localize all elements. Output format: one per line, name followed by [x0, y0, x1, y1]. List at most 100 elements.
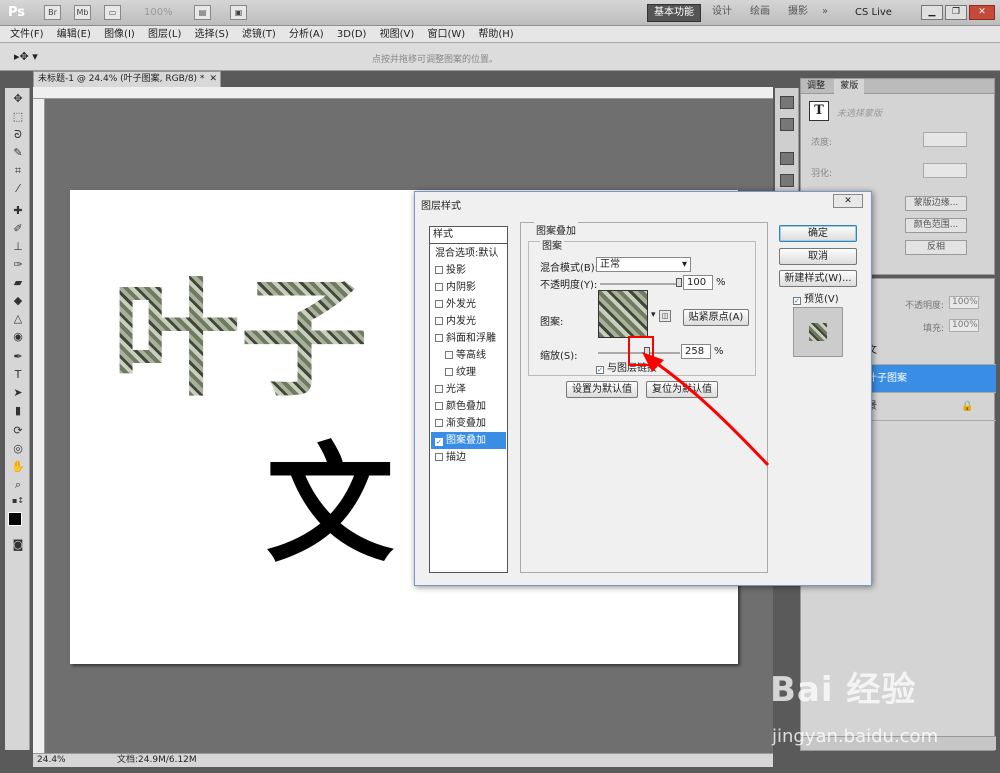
- pattern-dropdown-icon[interactable]: ▾: [651, 310, 656, 320]
- style-item[interactable]: 斜面和浮雕: [431, 330, 506, 347]
- style-item[interactable]: 混合选项:默认: [431, 245, 506, 262]
- new-style-button[interactable]: 新建样式(W)...: [779, 270, 857, 287]
- checkbox-icon[interactable]: [435, 317, 443, 325]
- paint-bucket-tool-icon[interactable]: ◆: [11, 294, 25, 308]
- style-item[interactable]: 内阴影: [431, 279, 506, 296]
- close-tab-icon[interactable]: ✕: [209, 72, 217, 87]
- menu-layer[interactable]: 图层(L): [138, 26, 181, 43]
- lasso-tool-icon[interactable]: ᘐ: [11, 128, 25, 142]
- layer-fill-field[interactable]: 100%: [949, 319, 979, 332]
- menu-edit[interactable]: 编辑(E): [47, 26, 91, 43]
- 3d-orbit-tool-icon[interactable]: ◎: [11, 442, 25, 456]
- workspace-photography[interactable]: 摄影: [782, 4, 814, 22]
- histogram-icon[interactable]: [780, 96, 794, 109]
- checkbox-icon[interactable]: [435, 300, 443, 308]
- menu-image[interactable]: 图像(I): [94, 26, 135, 43]
- cancel-button[interactable]: 取消: [779, 248, 857, 265]
- preview-checkbox[interactable]: ✓ 预览(V): [793, 290, 839, 305]
- default-colors-icon[interactable]: ▪↕: [11, 494, 25, 508]
- checkbox-icon[interactable]: [435, 266, 443, 274]
- styles-header[interactable]: 样式: [429, 226, 508, 244]
- style-item[interactable]: 渐变叠加: [431, 415, 506, 432]
- checkbox-icon[interactable]: [445, 368, 453, 376]
- menu-view[interactable]: 视图(V): [370, 26, 415, 43]
- style-item[interactable]: ✓ 图案叠加: [431, 432, 506, 449]
- quick-mask-icon[interactable]: ◙: [11, 538, 25, 552]
- dialog-close-icon[interactable]: ✕: [833, 194, 863, 208]
- minimize-icon[interactable]: ▁: [921, 5, 943, 20]
- checkbox-icon[interactable]: [435, 385, 443, 393]
- style-item[interactable]: 外发光: [431, 296, 506, 313]
- foreground-color-swatch[interactable]: [8, 512, 22, 526]
- style-item[interactable]: 纹理: [431, 364, 506, 381]
- color-range-button[interactable]: 颜色范围...: [905, 218, 967, 233]
- quick-select-tool-icon[interactable]: ✎: [11, 146, 25, 160]
- checkbox-icon[interactable]: [435, 402, 443, 410]
- checkbox-icon[interactable]: [435, 453, 443, 461]
- horizontal-ruler[interactable]: [33, 87, 773, 99]
- arrange-documents-icon[interactable]: ▤: [194, 5, 211, 20]
- new-preset-icon[interactable]: ◫: [659, 310, 671, 322]
- snap-origin-button[interactable]: 贴紧原点(A): [683, 309, 749, 326]
- 3d-rotate-tool-icon[interactable]: ⟳: [11, 424, 25, 438]
- opacity-slider-track[interactable]: [600, 283, 682, 285]
- cs-live-button[interactable]: CS Live: [855, 7, 892, 18]
- menu-analysis[interactable]: 分析(A): [279, 26, 324, 43]
- actions-icon[interactable]: [780, 118, 794, 131]
- density-field[interactable]: [923, 132, 967, 147]
- checkbox-icon[interactable]: [435, 283, 443, 291]
- feather-field[interactable]: [923, 163, 967, 178]
- tab-masks[interactable]: 蒙版: [834, 79, 865, 94]
- bridge-icon[interactable]: Br: [44, 5, 61, 20]
- move-tool-preset-icon[interactable]: ▸✥ ▾: [14, 50, 38, 63]
- clone-source-icon[interactable]: [780, 174, 794, 187]
- marquee-tool-icon[interactable]: ⬚: [11, 110, 25, 124]
- restore-icon[interactable]: ❐: [945, 5, 967, 20]
- more-workspaces-icon[interactable]: »: [816, 4, 834, 22]
- healing-brush-tool-icon[interactable]: ✚: [11, 204, 25, 218]
- menu-select[interactable]: 选择(S): [185, 26, 229, 43]
- workspace-design[interactable]: 设计: [706, 4, 738, 22]
- vertical-ruler[interactable]: [33, 99, 45, 753]
- view-extras-icon[interactable]: ▭: [104, 5, 121, 20]
- menu-filter[interactable]: 滤镜(T): [232, 26, 276, 43]
- style-item[interactable]: 内发光: [431, 313, 506, 330]
- zoom-level[interactable]: 100%: [144, 7, 173, 18]
- history-brush-tool-icon[interactable]: ✑: [11, 258, 25, 272]
- menu-window[interactable]: 窗口(W): [417, 26, 465, 43]
- menu-help[interactable]: 帮助(H): [468, 26, 513, 43]
- dodge-tool-icon[interactable]: ◉: [11, 330, 25, 344]
- pen-tool-icon[interactable]: ✒: [11, 350, 25, 364]
- tab-adjustments[interactable]: 调整: [801, 79, 831, 94]
- screen-mode-icon[interactable]: ▣: [230, 5, 247, 20]
- shape-tool-icon[interactable]: ▮: [11, 404, 25, 418]
- menu-file[interactable]: 文件(F): [0, 26, 44, 43]
- style-item[interactable]: 等高线: [431, 347, 506, 364]
- blur-tool-icon[interactable]: △: [11, 312, 25, 326]
- invert-button[interactable]: 反相: [905, 240, 967, 255]
- style-item[interactable]: 投影: [431, 262, 506, 279]
- checkbox-icon[interactable]: [435, 334, 443, 342]
- menu-3d[interactable]: 3D(D): [327, 26, 367, 43]
- eraser-tool-icon[interactable]: ▰: [11, 276, 25, 290]
- path-selection-tool-icon[interactable]: ➤: [11, 386, 25, 400]
- ok-button[interactable]: 确定: [779, 225, 857, 242]
- eyedropper-tool-icon[interactable]: ⁄: [11, 182, 25, 196]
- opacity-field[interactable]: 100: [683, 275, 713, 290]
- type-tool-icon[interactable]: T: [11, 368, 25, 382]
- close-window-icon[interactable]: ✕: [969, 5, 995, 20]
- layer-opacity-field[interactable]: 100%: [949, 296, 979, 309]
- brush-tool-icon[interactable]: ✐: [11, 222, 25, 236]
- checkbox-icon[interactable]: [435, 419, 443, 427]
- checkbox-checked-icon[interactable]: ✓: [435, 438, 443, 446]
- workspace-essentials[interactable]: 基本功能: [647, 4, 701, 22]
- zoom-tool-icon[interactable]: ⌕: [11, 478, 25, 492]
- move-tool-icon[interactable]: ✥: [11, 92, 25, 106]
- mini-bridge-icon[interactable]: Mb: [74, 5, 91, 20]
- style-item[interactable]: 光泽: [431, 381, 506, 398]
- clone-stamp-tool-icon[interactable]: ⊥: [11, 240, 25, 254]
- style-item[interactable]: 描边: [431, 449, 506, 466]
- style-item[interactable]: 颜色叠加: [431, 398, 506, 415]
- crop-tool-icon[interactable]: ⌗: [11, 164, 25, 178]
- checkbox-icon[interactable]: [445, 351, 453, 359]
